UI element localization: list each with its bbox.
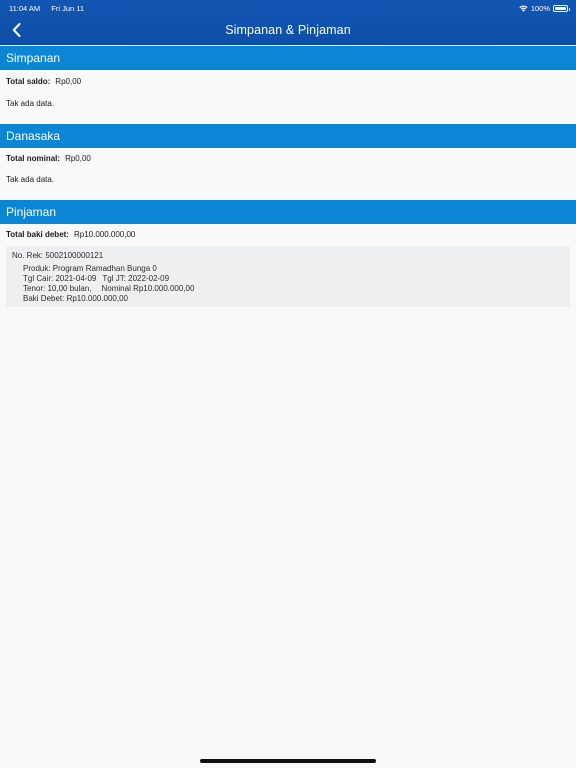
status-time: 11:04 AM: [9, 3, 41, 13]
danasaka-section: Danasaka Total nominal: Rp0,00 Tak ada d…: [0, 124, 576, 191]
simpanan-summary: Total saldo: Rp0,00: [0, 71, 576, 91]
loan-tgl-jt: Tgl JT: 2022-02-09: [102, 274, 170, 283]
loan-tenor: Tenor: 10,00 bulan,: [23, 284, 92, 293]
pinjaman-section: Pinjaman Total baki debet: Rp10.000.000,…: [0, 200, 576, 307]
danasaka-empty-text: Tak ada data.: [6, 175, 55, 184]
page-title: Simpanan & Pinjaman: [225, 23, 351, 37]
simpanan-header: Simpanan: [0, 46, 576, 70]
total-baki-debet-value: Rp10.000.000,00: [73, 229, 136, 239]
simpanan-empty-text: Tak ada data.: [6, 99, 55, 108]
home-indicator[interactable]: [200, 759, 376, 763]
total-nominal-label: Total nominal:: [6, 153, 61, 163]
pinjaman-summary: Total baki debet: Rp10.000.000,00: [0, 224, 576, 244]
loan-nominal: Nominal Rp10.000.000,00: [101, 284, 195, 293]
battery-percent: 100%: [530, 3, 550, 13]
status-date: Fri Jun 11: [51, 3, 85, 13]
status-left: 11:04 AM Fri Jun 11: [9, 4, 93, 13]
loan-account-number: No. Rek: 5002100000121: [12, 251, 104, 260]
battery-fill: [555, 6, 566, 10]
danasaka-summary: Total nominal: Rp0,00: [0, 148, 576, 168]
chevron-left-icon: [12, 23, 20, 37]
total-nominal-value: Rp0,00: [65, 153, 91, 163]
loan-product: Produk: Program Ramadhan Bunga 0: [23, 264, 157, 273]
loan-tenor-line: Tenor: 10,00 bulan, Nominal Rp10.000.000,…: [12, 284, 564, 294]
total-saldo-label: Total saldo:: [6, 76, 51, 86]
loan-card[interactable]: No. Rek: 5002100000121 Produk: Program R…: [6, 246, 570, 307]
total-baki-debet-label: Total baki debet:: [6, 229, 69, 239]
danasaka-header: Danasaka: [0, 124, 576, 148]
pinjaman-header: Pinjaman: [0, 200, 576, 224]
total-saldo-value: Rp0,00: [55, 76, 82, 86]
simpanan-section: Simpanan Total saldo: Rp0,00 Tak ada dat…: [0, 46, 576, 115]
top-bar: 11:04 AM Fri Jun 11 100% Simpanan & Pinj…: [0, 0, 576, 45]
loan-dates: Tgl Cair: 2021-04-09 Tgl JT: 2022-02-09: [12, 274, 564, 284]
battery-icon: [553, 4, 570, 12]
back-button[interactable]: [6, 19, 26, 41]
wifi-icon: [519, 5, 528, 12]
status-bar: 11:04 AM Fri Jun 11 100%: [0, 0, 576, 13]
loan-tgl-cair: Tgl Cair: 2021-04-09: [23, 274, 97, 283]
loan-baki-debet: Baki Debet: Rp10.000.000,00: [23, 294, 128, 303]
nav-bar: Simpanan & Pinjaman: [0, 16, 576, 44]
status-right: 100%: [519, 3, 570, 13]
